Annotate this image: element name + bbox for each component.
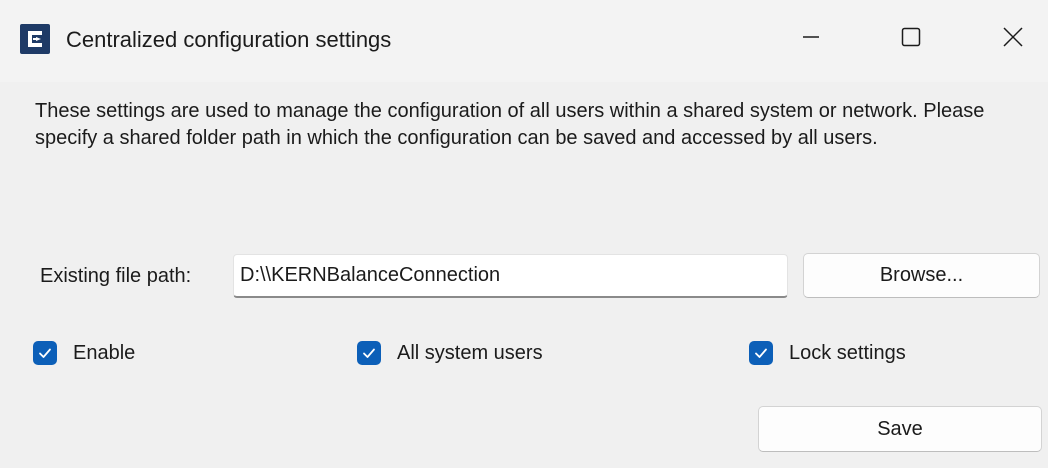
- browse-button[interactable]: Browse...: [803, 253, 1040, 298]
- maximize-button[interactable]: [876, 14, 946, 64]
- save-button[interactable]: Save: [758, 406, 1042, 452]
- minimize-button[interactable]: [776, 14, 846, 64]
- all-system-users-checkbox[interactable]: All system users: [357, 338, 543, 368]
- enable-checkbox[interactable]: Enable: [33, 338, 135, 368]
- description-text: These settings are used to manage the co…: [35, 100, 985, 149]
- window-title: Centralized configuration settings: [66, 27, 392, 52]
- lock-settings-checkbox[interactable]: Lock settings: [749, 338, 906, 368]
- app-icon: [20, 24, 50, 54]
- close-button[interactable]: [978, 14, 1048, 64]
- file-path-input[interactable]: [233, 254, 788, 298]
- checkmark-icon: [33, 341, 57, 365]
- minimize-icon: [799, 25, 823, 54]
- checkmark-icon: [749, 341, 773, 365]
- close-icon: [1001, 25, 1025, 54]
- maximize-icon: [899, 25, 923, 54]
- checkmark-icon: [357, 341, 381, 365]
- file-path-label: Existing file path:: [40, 265, 192, 287]
- all-system-users-label: All system users: [397, 342, 543, 364]
- config-dialog: Centralized configuration settings These…: [0, 0, 1048, 468]
- lock-settings-label: Lock settings: [789, 342, 906, 364]
- title-bar: Centralized configuration settings: [0, 0, 1048, 82]
- enable-label: Enable: [73, 342, 136, 364]
